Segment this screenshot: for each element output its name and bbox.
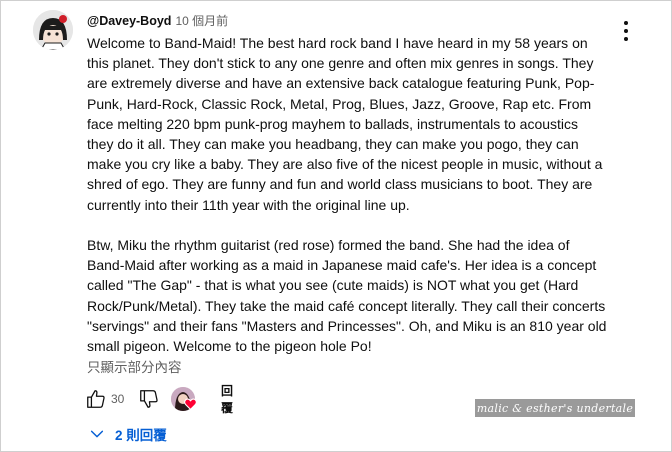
like-count: 30 bbox=[111, 392, 125, 406]
dislike-button[interactable] bbox=[138, 386, 160, 412]
comment-time[interactable]: 10 個月前 bbox=[175, 14, 228, 28]
replies-count-label: 2 則回覆 bbox=[115, 428, 167, 443]
show-less-button[interactable]: 只顯示部分內容 bbox=[87, 356, 182, 376]
thumb-up-icon bbox=[87, 390, 105, 408]
author-avatar[interactable] bbox=[33, 10, 73, 50]
view-replies-button[interactable]: 2 則回覆 bbox=[89, 424, 167, 444]
creator-heart bbox=[171, 386, 201, 412]
like-button[interactable] bbox=[85, 386, 107, 412]
more-vert-icon[interactable] bbox=[619, 21, 633, 41]
author-name[interactable]: @Davey-Boyd bbox=[87, 14, 171, 28]
creator-heart-icon bbox=[184, 398, 197, 410]
watermark: malic & esther's undertale bbox=[475, 399, 635, 417]
comment-text: Welcome to Band-Maid! The best hard rock… bbox=[87, 35, 607, 355]
chevron-down-icon bbox=[90, 430, 104, 438]
thumb-down-icon bbox=[140, 390, 158, 408]
reply-button[interactable]: 回覆 bbox=[221, 384, 233, 415]
comment-header: @Davey-Boyd 10 個月前 bbox=[87, 12, 228, 29]
